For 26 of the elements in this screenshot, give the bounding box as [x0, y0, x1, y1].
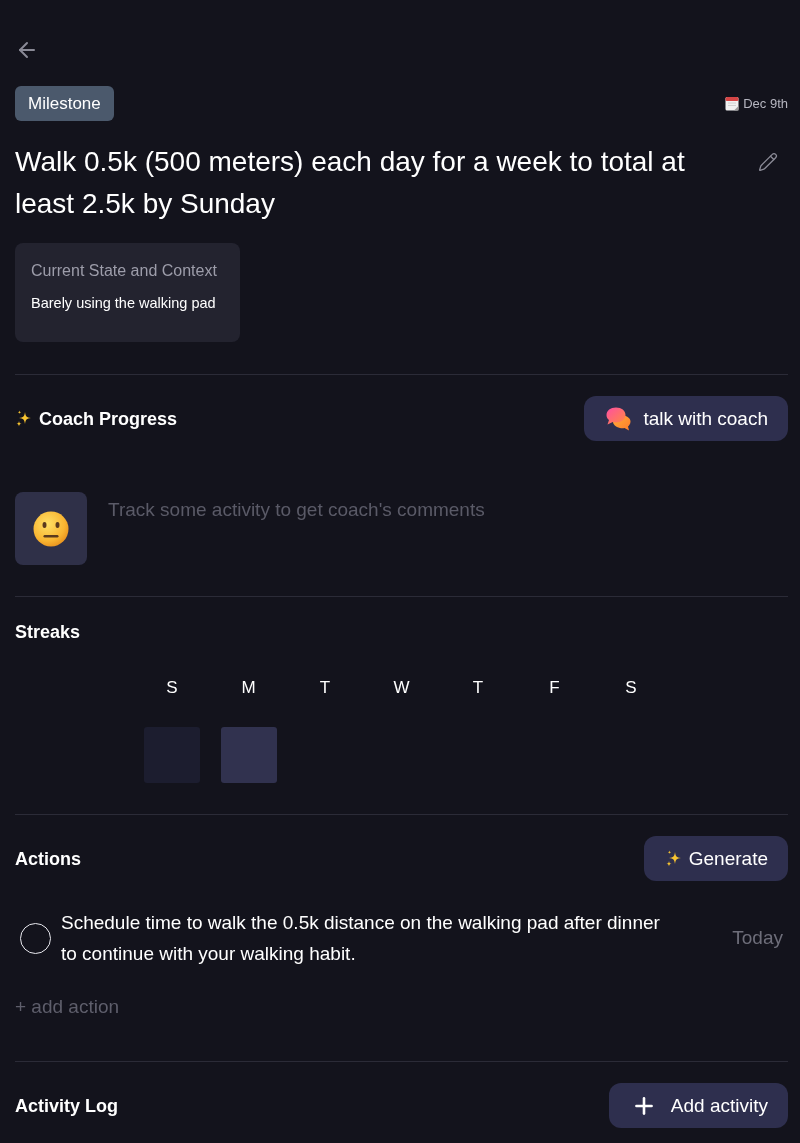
- due-date: Dec 9th: [743, 96, 788, 111]
- add-activity-button[interactable]: Add activity: [608, 1083, 788, 1128]
- weekday-label: T: [319, 678, 331, 698]
- context-value: Barely using the walking pad: [31, 294, 217, 312]
- context-label: Current State and Context: [31, 261, 218, 281]
- milestone-tag: Milestone: [15, 86, 114, 121]
- action-text: Schedule time to walk the 0.5k distance on the walking pad after dinner to continue with your walking habit.: [61, 911, 661, 966]
- weekday-label: W: [393, 678, 410, 698]
- coach-comment-empty-text: Track some activity to get coach's comments: [108, 499, 485, 521]
- weekday-label: F: [549, 678, 560, 698]
- talk-with-coach-button[interactable]: talk with coach: [584, 396, 788, 441]
- goal-title: Walk 0.5k (500 meters) each day for a week to total at least 2.5k by Sunday: [15, 145, 686, 221]
- weekday-label: T: [472, 678, 484, 698]
- neutral-face-icon: [15, 492, 87, 565]
- weekday-label: M: [241, 678, 256, 698]
- weekday-label: S: [166, 678, 178, 698]
- action-due-label: Today: [732, 927, 783, 949]
- section-title: Streaks: [15, 621, 81, 643]
- section-title: Actions: [15, 847, 81, 870]
- chat-bubbles-icon: [606, 406, 632, 431]
- generate-button[interactable]: Generate: [643, 836, 788, 881]
- weekday-label: S: [625, 678, 637, 698]
- section-title: Coach Progress: [39, 407, 178, 430]
- calendar-icon: [725, 96, 740, 111]
- edit-button[interactable]: [758, 152, 778, 172]
- section-title: Activity Log: [15, 1094, 118, 1117]
